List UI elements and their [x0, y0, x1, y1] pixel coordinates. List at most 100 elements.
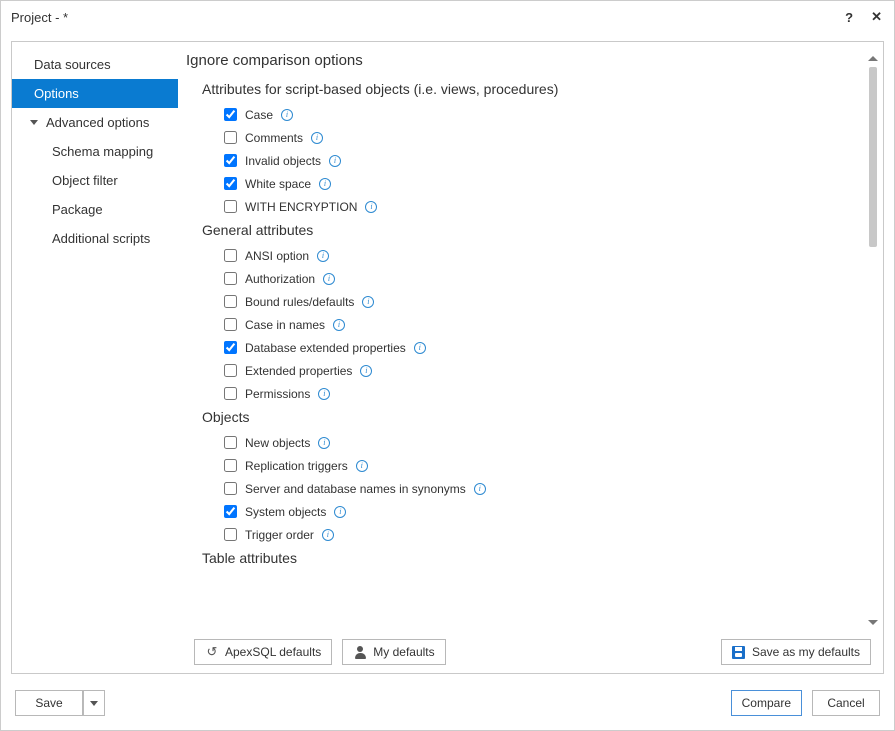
sidebar-item-package[interactable]: Package: [12, 195, 178, 224]
info-icon[interactable]: i: [362, 296, 374, 308]
checkbox-label: Replication triggers: [245, 459, 348, 473]
my-defaults-label: My defaults: [373, 645, 434, 659]
checkbox-label: White space: [245, 177, 311, 191]
checkbox-label: Comments: [245, 131, 303, 145]
checkbox-row-invalid-objects: Invalid objectsi: [224, 153, 859, 168]
scroll-thumb[interactable]: [869, 67, 877, 247]
checkbox-row-trigger-order: Trigger order i: [224, 527, 859, 542]
checkbox[interactable]: [224, 108, 237, 121]
apexsql-defaults-button[interactable]: ↺ ApexSQL defaults: [194, 639, 332, 665]
info-icon[interactable]: i: [317, 250, 329, 262]
checkbox-row-with-encryption: WITH ENCRYPTIONi: [224, 199, 859, 214]
compare-label: Compare: [742, 696, 791, 710]
vertical-scrollbar[interactable]: [865, 52, 881, 629]
checkbox-label: Permissions: [245, 387, 310, 401]
scroll-up-icon[interactable]: [868, 56, 878, 61]
chevron-down-icon: [30, 120, 38, 125]
info-icon[interactable]: i: [474, 483, 486, 495]
checkbox-row-server-and-database-names-in-synonyms: Server and database names in synonymsi: [224, 481, 859, 496]
save-label: Save: [35, 696, 62, 710]
save-dropdown-button[interactable]: [83, 690, 105, 716]
checklist: New objectsiReplication triggersiServer …: [202, 435, 859, 542]
checkbox-row-system-objects: System objectsi: [224, 504, 859, 519]
info-icon[interactable]: i: [323, 273, 335, 285]
checkbox-row-comments: Comments i: [224, 130, 859, 145]
section-title: General attributes: [202, 222, 859, 238]
checkbox[interactable]: [224, 482, 237, 495]
checkbox[interactable]: [224, 154, 237, 167]
checklist: ANSI optioniAuthorizationiBound rules/de…: [202, 248, 859, 401]
checkbox-row-bound-rules-defaults: Bound rules/defaults i: [224, 294, 859, 309]
window-title: Project - *: [11, 10, 68, 25]
scroll-down-icon[interactable]: [868, 620, 878, 625]
checkbox[interactable]: [224, 436, 237, 449]
info-icon[interactable]: i: [319, 178, 331, 190]
my-defaults-button[interactable]: My defaults: [342, 639, 445, 665]
sidebar-item-object-filter[interactable]: Object filter: [12, 166, 178, 195]
info-icon[interactable]: i: [334, 506, 346, 518]
checkbox-label: Trigger order: [245, 528, 314, 542]
info-icon[interactable]: i: [333, 319, 345, 331]
checkbox[interactable]: [224, 200, 237, 213]
apexsql-defaults-label: ApexSQL defaults: [225, 645, 321, 659]
sidebar-item-label: Options: [34, 86, 79, 101]
save-as-defaults-label: Save as my defaults: [752, 645, 860, 659]
sidebar-item-label: Advanced options: [46, 115, 149, 130]
sidebar-item-advanced-options[interactable]: Advanced options: [12, 108, 178, 137]
help-button[interactable]: ?: [845, 10, 853, 25]
section-title: Attributes for script-based objects (i.e…: [202, 81, 859, 97]
info-icon[interactable]: i: [365, 201, 377, 213]
info-icon[interactable]: i: [329, 155, 341, 167]
checkbox[interactable]: [224, 505, 237, 518]
titlebar: Project - * ? ✕: [1, 1, 894, 33]
info-icon[interactable]: i: [356, 460, 368, 472]
checkbox[interactable]: [224, 459, 237, 472]
info-icon[interactable]: i: [322, 529, 334, 541]
checkbox-label: Bound rules/defaults: [245, 295, 354, 309]
sidebar-item-data-sources[interactable]: Data sources: [12, 50, 178, 79]
section-title: Table attributes: [202, 550, 859, 566]
info-icon[interactable]: i: [414, 342, 426, 354]
checkbox-row-case-in-names: Case in names i: [224, 317, 859, 332]
sidebar-item-label: Package: [52, 202, 103, 217]
save-split-button[interactable]: Save: [15, 690, 105, 716]
checkbox[interactable]: [224, 295, 237, 308]
checkbox[interactable]: [224, 177, 237, 190]
info-icon[interactable]: i: [318, 437, 330, 449]
checkbox[interactable]: [224, 249, 237, 262]
footer: Save Compare Cancel: [1, 682, 894, 730]
info-icon[interactable]: i: [318, 388, 330, 400]
close-button[interactable]: ✕: [871, 9, 882, 25]
sidebar-item-label: Object filter: [52, 173, 118, 188]
sidebar-item-schema-mapping[interactable]: Schema mapping: [12, 137, 178, 166]
checkbox[interactable]: [224, 131, 237, 144]
cancel-button[interactable]: Cancel: [812, 690, 880, 716]
checkbox[interactable]: [224, 272, 237, 285]
checkbox-label: ANSI option: [245, 249, 309, 263]
sidebar-item-options[interactable]: Options: [12, 79, 178, 108]
main-frame: Data sources Options Advanced options Schem…: [11, 41, 884, 674]
checkbox-label: Case in names: [245, 318, 325, 332]
chevron-down-icon: [90, 701, 98, 706]
body: Data sources Options Advanced options Schem…: [12, 42, 883, 629]
sidebar-item-label: Schema mapping: [52, 144, 153, 159]
section-title: Objects: [202, 409, 859, 425]
sidebar-item-additional-scripts[interactable]: Additional scripts: [12, 224, 178, 253]
save-button[interactable]: Save: [15, 690, 83, 716]
checkbox[interactable]: [224, 528, 237, 541]
sidebar-item-label: Additional scripts: [52, 231, 150, 246]
checkbox[interactable]: [224, 387, 237, 400]
user-icon: [353, 645, 367, 659]
compare-button[interactable]: Compare: [731, 690, 802, 716]
checkbox[interactable]: [224, 341, 237, 354]
checkbox-row-case: Casei: [224, 107, 859, 122]
checkbox[interactable]: [224, 318, 237, 331]
info-icon[interactable]: i: [281, 109, 293, 121]
project-options-window: Project - * ? ✕ Data sources Options Advan…: [0, 0, 895, 731]
info-icon[interactable]: i: [360, 365, 372, 377]
info-icon[interactable]: i: [311, 132, 323, 144]
save-as-defaults-button[interactable]: Save as my defaults: [721, 639, 871, 665]
defaults-button-row: ↺ ApexSQL defaults My defaults Save as m…: [12, 629, 883, 673]
footer-right-buttons: Compare Cancel: [731, 690, 880, 716]
checkbox[interactable]: [224, 364, 237, 377]
